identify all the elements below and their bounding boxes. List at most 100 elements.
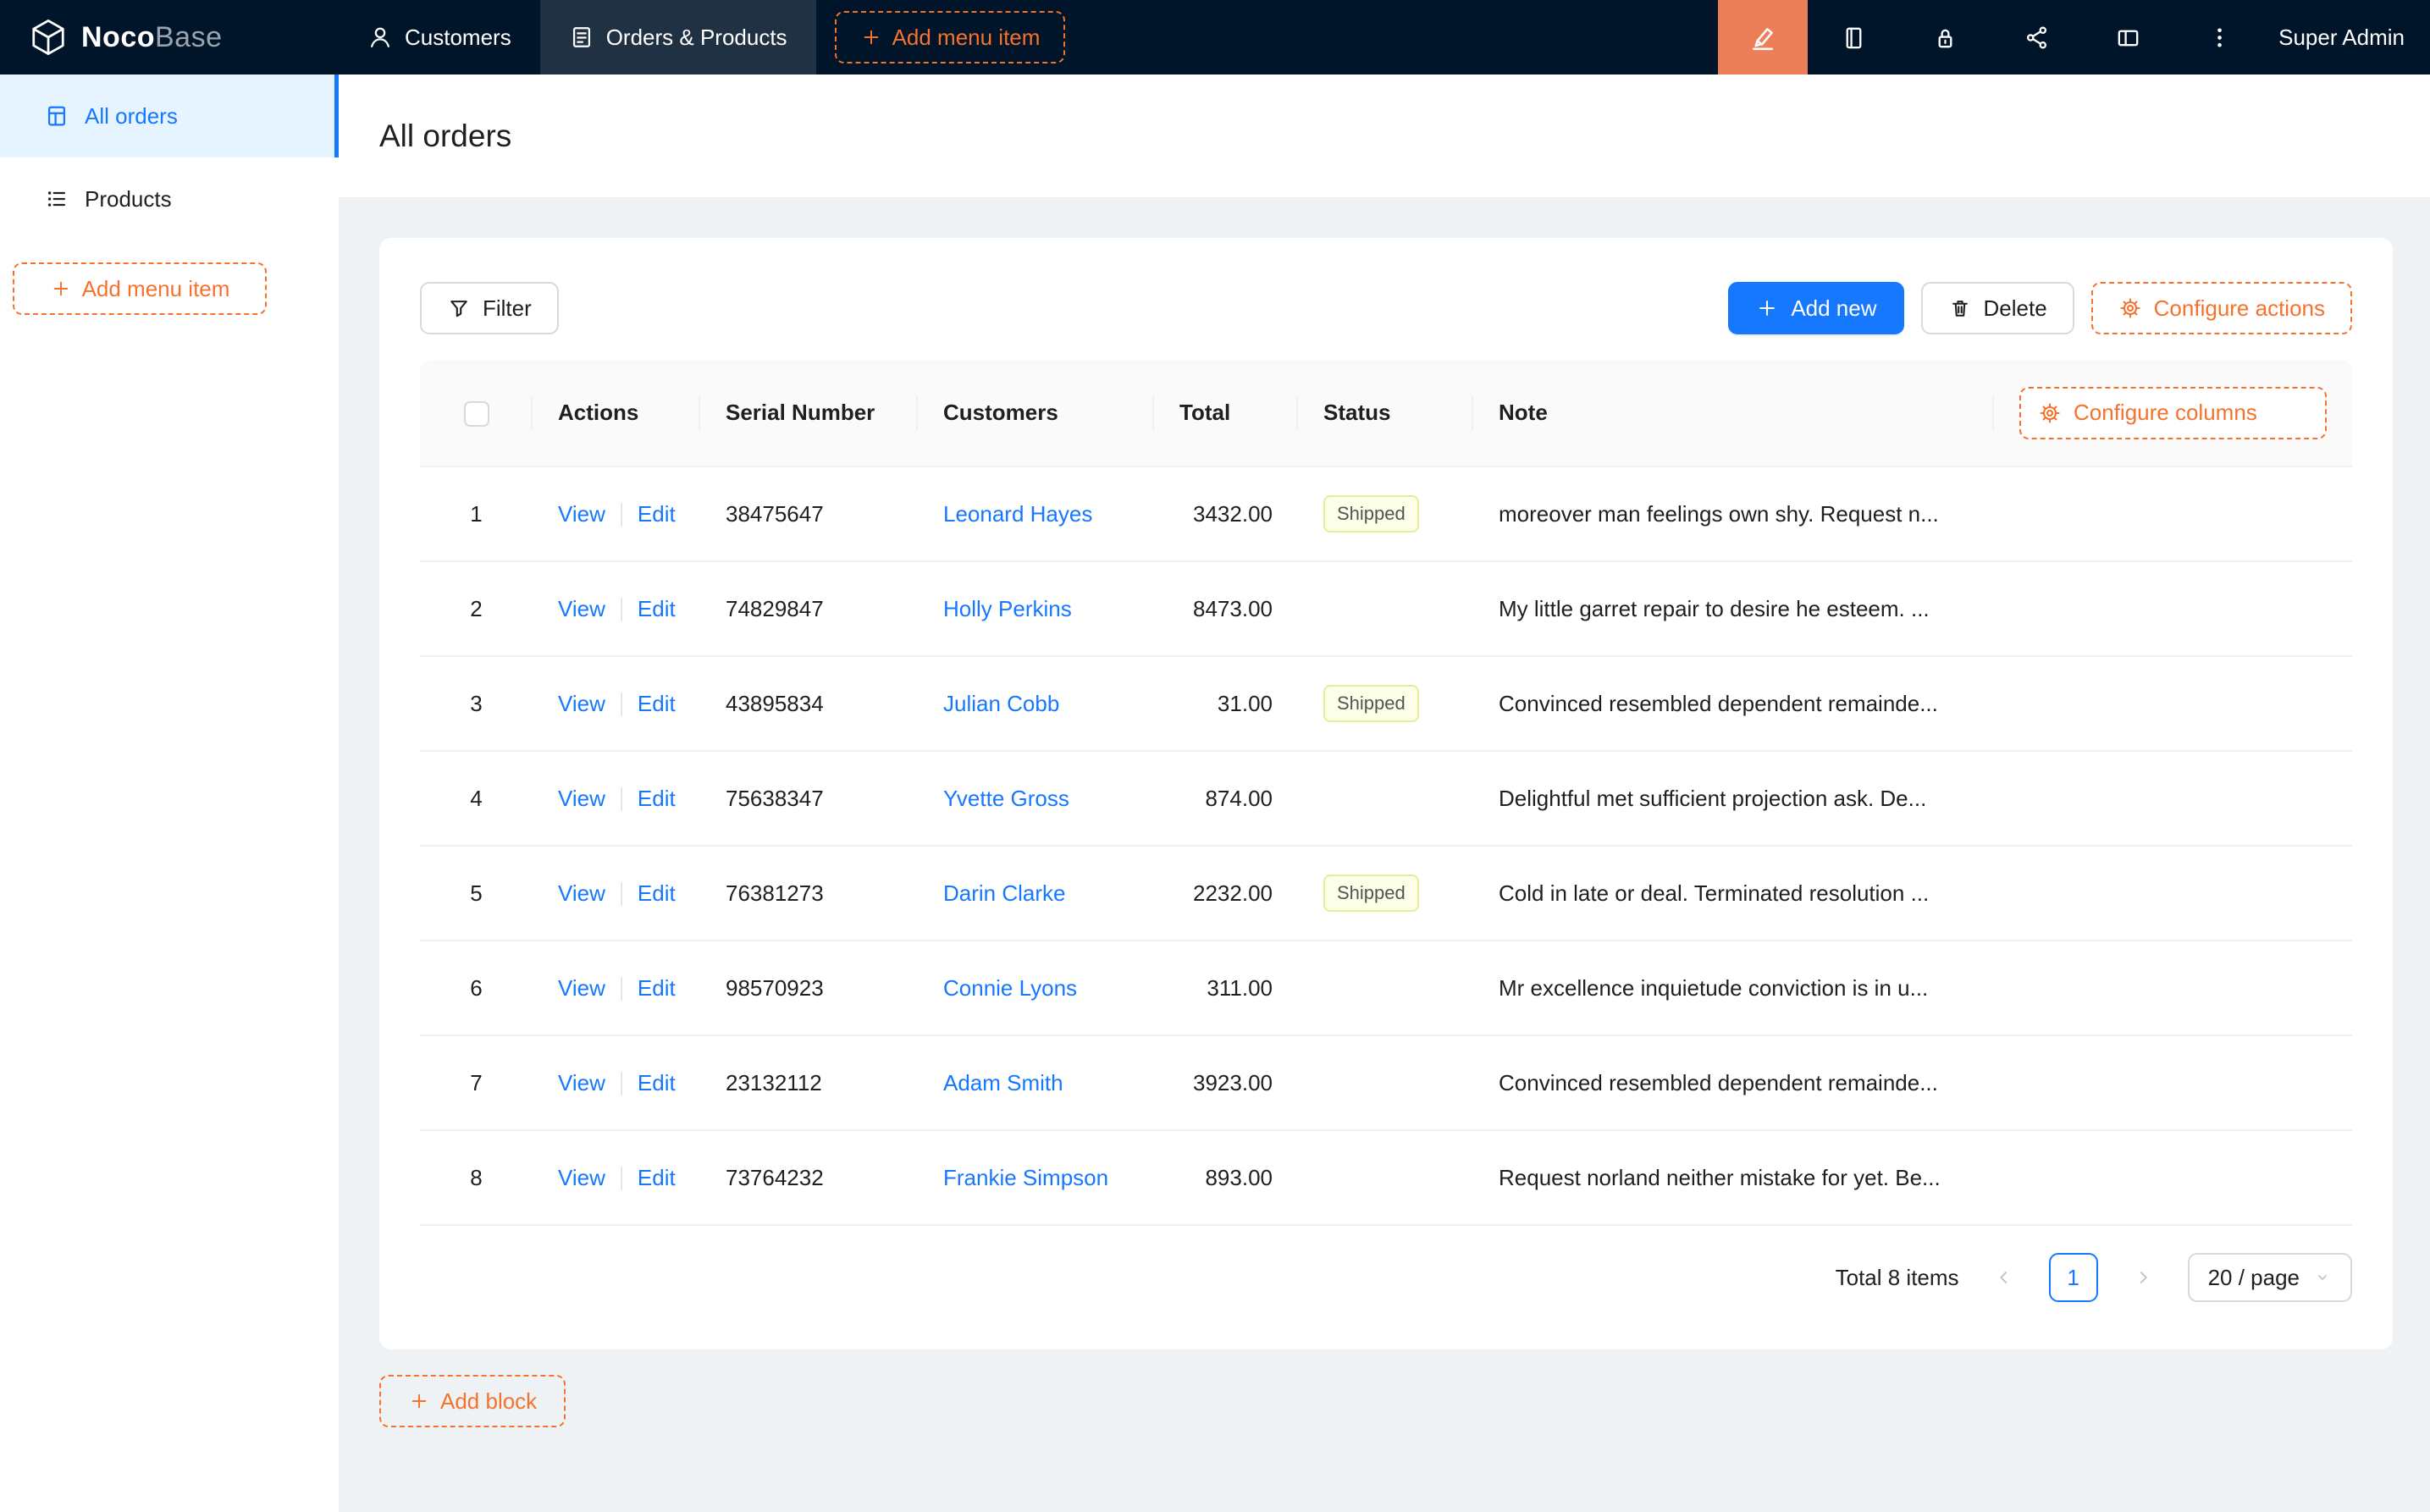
add-block-button[interactable]: Add block: [379, 1375, 566, 1427]
delete-label: Delete: [1984, 295, 2047, 322]
status-cell: Shipped: [1298, 656, 1473, 751]
caret-down-icon: [2313, 1268, 2332, 1287]
status-cell: [1298, 751, 1473, 846]
edit-link[interactable]: Edit: [638, 975, 676, 1001]
nocobase-logo[interactable]: NocoBase: [0, 0, 339, 74]
sidebar-item-products[interactable]: Products: [0, 157, 339, 240]
serial-number-cell: 75638347: [700, 751, 918, 846]
configure-actions-label: Configure actions: [2154, 295, 2325, 322]
total-cell: 8473.00: [1154, 561, 1298, 656]
view-link[interactable]: View: [558, 1165, 605, 1190]
layout-button[interactable]: [2082, 0, 2173, 74]
lock-icon: [1932, 25, 1958, 51]
customer-cell: Frankie Simpson: [918, 1130, 1154, 1225]
table-row: 1 ViewEdit 38475647 Leonard Hayes 3432.0…: [420, 466, 2352, 561]
configure-column-cell: [1994, 846, 2352, 941]
actions-cell: View Edit: [533, 1035, 700, 1130]
serial-number-cell: 76381273: [700, 846, 918, 941]
note-cell: Cold in late or deal. Terminated resolut…: [1473, 846, 1994, 941]
logo-text: NocoBase: [81, 21, 223, 54]
nav-item-label: Customers: [405, 25, 511, 51]
edit-link[interactable]: Edit: [638, 1165, 676, 1190]
sidebar: All orders Products Add menu item: [0, 74, 339, 1512]
add-menu-item-label: Add menu item: [82, 276, 230, 302]
edit-link[interactable]: Edit: [638, 1070, 676, 1095]
view-link[interactable]: View: [558, 501, 605, 527]
row-index: 8: [420, 1130, 533, 1225]
status-tag: Shipped: [1323, 875, 1419, 912]
customer-link[interactable]: Adam Smith: [943, 1070, 1063, 1095]
customer-link[interactable]: Holly Perkins: [943, 596, 1072, 621]
column-header-actions: Actions: [533, 360, 700, 466]
view-link[interactable]: View: [558, 1070, 605, 1095]
total-cell: 3923.00: [1154, 1035, 1298, 1130]
add-new-button[interactable]: Add new: [1728, 282, 1903, 334]
table-row: 2 ViewEdit 74829847 Holly Perkins 8473.0…: [420, 561, 2352, 656]
action-divider: [621, 977, 622, 1001]
previous-page-button[interactable]: [1980, 1253, 2029, 1302]
edit-link[interactable]: Edit: [638, 501, 676, 527]
plus-icon: [50, 278, 72, 300]
delete-button[interactable]: Delete: [1921, 282, 2074, 334]
column-header-customers: Customers: [918, 360, 1154, 466]
customer-link[interactable]: Frankie Simpson: [943, 1165, 1108, 1190]
ui-editor-button[interactable]: [1718, 0, 1808, 74]
customer-link[interactable]: Leonard Hayes: [943, 501, 1092, 527]
total-cell: 3432.00: [1154, 466, 1298, 561]
view-link[interactable]: View: [558, 880, 605, 906]
products-list-icon: [44, 186, 69, 212]
row-index: 7: [420, 1035, 533, 1130]
configure-columns-button[interactable]: Configure columns: [2019, 387, 2327, 439]
sidebar-add-menu-item-button[interactable]: Add menu item: [13, 262, 267, 315]
plus-icon: [1755, 296, 1779, 320]
next-page-button[interactable]: [2118, 1253, 2168, 1302]
customer-link[interactable]: Julian Cobb: [943, 691, 1059, 716]
view-link[interactable]: View: [558, 596, 605, 621]
actions-cell: View Edit: [533, 846, 700, 941]
filter-button[interactable]: Filter: [420, 282, 559, 334]
view-link[interactable]: View: [558, 691, 605, 716]
highlighter-icon: [1748, 23, 1777, 52]
nav-item-customers[interactable]: Customers: [339, 0, 540, 74]
page-size-select[interactable]: 20 / page: [2188, 1253, 2352, 1302]
customer-link[interactable]: Yvette Gross: [943, 786, 1069, 811]
layout-icon: [2115, 25, 2141, 51]
toolbar-right: Add new Delete: [1728, 282, 2352, 334]
row-index: 4: [420, 751, 533, 846]
orders-table: Actions Serial Number Customers Total St…: [420, 360, 2352, 1226]
edit-link[interactable]: Edit: [638, 596, 676, 621]
edit-link[interactable]: Edit: [638, 786, 676, 811]
action-divider: [621, 1167, 622, 1190]
sidebar-item-all-orders[interactable]: All orders: [0, 74, 339, 157]
user-menu[interactable]: Super Admin: [2265, 25, 2430, 51]
top-nav: Customers Orders & Products Add menu ite…: [339, 0, 1065, 74]
serial-number-cell: 43895834: [700, 656, 918, 751]
customer-link[interactable]: Connie Lyons: [943, 975, 1077, 1001]
table-body: 1 ViewEdit 38475647 Leonard Hayes 3432.0…: [420, 466, 2352, 1225]
action-divider: [621, 598, 622, 621]
header-actions: Super Admin: [1718, 0, 2430, 74]
view-link[interactable]: View: [558, 975, 605, 1001]
row-index: 2: [420, 561, 533, 656]
page-1-button[interactable]: 1: [2049, 1253, 2098, 1302]
api-button[interactable]: [1991, 0, 2082, 74]
configure-actions-button[interactable]: Configure actions: [2091, 282, 2352, 334]
header-add-menu-item-button[interactable]: Add menu item: [835, 11, 1066, 63]
more-button[interactable]: [2173, 0, 2265, 74]
layout: All orders Products Add menu item All or…: [0, 74, 2430, 1512]
status-tag: Shipped: [1323, 685, 1419, 722]
status-cell: [1298, 561, 1473, 656]
notebook-button[interactable]: [1808, 0, 1899, 74]
edit-link[interactable]: Edit: [638, 691, 676, 716]
actions-cell: View Edit: [533, 561, 700, 656]
customer-link[interactable]: Darin Clarke: [943, 880, 1066, 906]
view-link[interactable]: View: [558, 786, 605, 811]
trash-icon: [1948, 296, 1972, 320]
lock-button[interactable]: [1899, 0, 1991, 74]
nav-item-orders-products[interactable]: Orders & Products: [540, 0, 816, 74]
select-all-checkbox[interactable]: [464, 401, 489, 427]
edit-link[interactable]: Edit: [638, 880, 676, 906]
customer-cell: Connie Lyons: [918, 941, 1154, 1035]
plus-icon: [860, 26, 882, 48]
row-index: 6: [420, 941, 533, 1035]
